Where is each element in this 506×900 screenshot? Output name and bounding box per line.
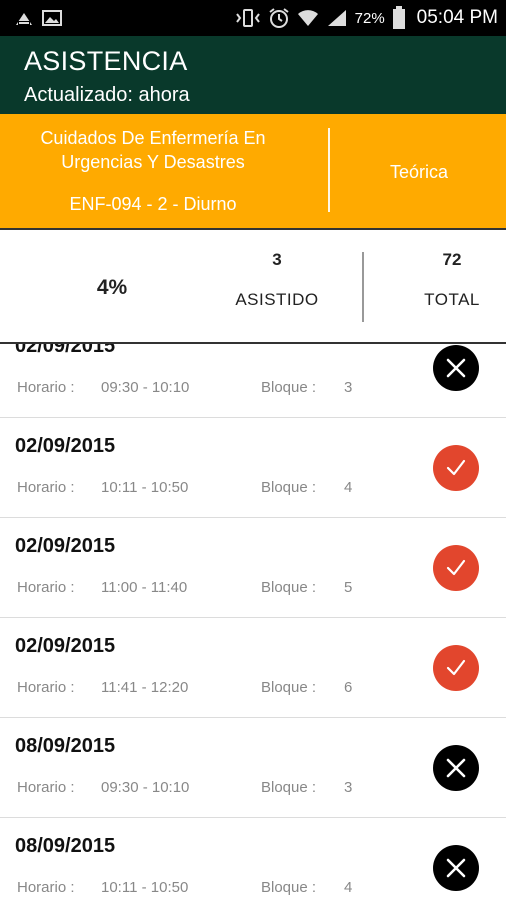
bloque-value: 6 (344, 679, 353, 696)
horario-value: 09:30 - 10:10 (101, 379, 190, 396)
bloque-value: 4 (344, 479, 353, 496)
bloque-value: 5 (344, 579, 353, 596)
battery-icon (392, 6, 406, 30)
clock-time: 05:04 PM (416, 7, 498, 28)
attendance-list[interactable]: 02/09/2015 Horario : 09:30 - 10:10 Bloqu… (0, 344, 506, 900)
horario-value: 11:41 - 12:20 (101, 679, 189, 696)
bloque-label: Bloque : (261, 779, 317, 796)
bloque-value: 3 (344, 779, 353, 796)
list-item[interactable]: 02/09/2015 Horario : 11:00 - 11:40 Bloqu… (0, 518, 506, 618)
android-debug-icon (14, 9, 34, 27)
horario-value: 11:00 - 11:40 (101, 579, 188, 596)
signal-icon (326, 8, 348, 28)
list-item[interactable]: 08/09/2015 Horario : 09:30 - 10:10 Bloqu… (0, 718, 506, 818)
stats-divider (362, 252, 364, 322)
app-header: ASISTENCIA Actualizado: ahora (0, 36, 506, 114)
horario-value: 10:11 - 10:50 (101, 879, 189, 896)
page-title: ASISTENCIA (24, 46, 188, 76)
present-check-icon (433, 545, 479, 591)
absent-x-icon (433, 345, 479, 391)
record-date: 08/09/2015 (15, 735, 116, 757)
record-date: 02/09/2015 (15, 344, 116, 357)
attendance-percent: 4% (96, 276, 128, 299)
course-code: ENF-094 - 2 - Diurno (69, 194, 237, 214)
attendance-summary: 4% 3 ASISTIDO 72 TOTAL (0, 228, 506, 344)
vibrate-icon (235, 8, 261, 28)
bloque-label: Bloque : (261, 379, 317, 396)
course-name: Cuidados De Enfermería En Urgencias Y De… (40, 128, 266, 172)
status-bar-left (14, 9, 62, 27)
total-count: 72 (442, 250, 462, 269)
horario-label: Horario : (17, 479, 75, 496)
status-bar-right: 72% 05:04 PM (235, 6, 498, 30)
attended-count: 3 (272, 250, 282, 269)
horario-label: Horario : (17, 579, 75, 596)
record-date: 02/09/2015 (15, 435, 116, 457)
bloque-label: Bloque : (261, 679, 317, 696)
battery-percent: 72% (354, 9, 385, 27)
banner-divider (328, 128, 330, 212)
course-type: Teórica (389, 162, 449, 182)
list-item[interactable]: 02/09/2015 Horario : 11:41 - 12:20 Bloqu… (0, 618, 506, 718)
attendance-list-inner: 02/09/2015 Horario : 09:30 - 10:10 Bloqu… (0, 344, 506, 900)
horario-label: Horario : (17, 679, 75, 696)
bloque-value: 4 (344, 879, 353, 896)
bloque-label: Bloque : (261, 579, 317, 596)
list-item[interactable]: 02/09/2015 Horario : 10:11 - 10:50 Bloqu… (0, 418, 506, 518)
record-date: 08/09/2015 (15, 835, 116, 857)
wifi-icon (297, 8, 319, 28)
list-item[interactable]: 02/09/2015 Horario : 09:30 - 10:10 Bloqu… (0, 344, 506, 418)
absent-x-icon (433, 745, 479, 791)
course-banner: Cuidados De Enfermería En Urgencias Y De… (0, 114, 506, 228)
list-item[interactable]: 08/09/2015 Horario : 10:11 - 10:50 Bloqu… (0, 818, 506, 900)
record-date: 02/09/2015 (15, 635, 116, 657)
bloque-label: Bloque : (261, 479, 317, 496)
alarm-icon (268, 7, 290, 29)
status-bar: 72% 05:04 PM (0, 0, 506, 36)
present-check-icon (433, 645, 479, 691)
horario-label: Horario : (17, 379, 75, 396)
total-label: TOTAL (424, 290, 480, 309)
bloque-label: Bloque : (261, 879, 317, 896)
horario-value: 10:11 - 10:50 (101, 479, 189, 496)
horario-label: Horario : (17, 879, 75, 896)
horario-label: Horario : (17, 779, 75, 796)
present-check-icon (433, 445, 479, 491)
attended-label: ASISTIDO (235, 290, 319, 309)
record-date: 02/09/2015 (15, 535, 116, 557)
image-icon (42, 9, 62, 27)
last-updated-text: Actualizado: ahora (24, 84, 190, 106)
horario-value: 09:30 - 10:10 (101, 779, 190, 796)
absent-x-icon (433, 845, 479, 891)
bloque-value: 3 (344, 379, 353, 396)
